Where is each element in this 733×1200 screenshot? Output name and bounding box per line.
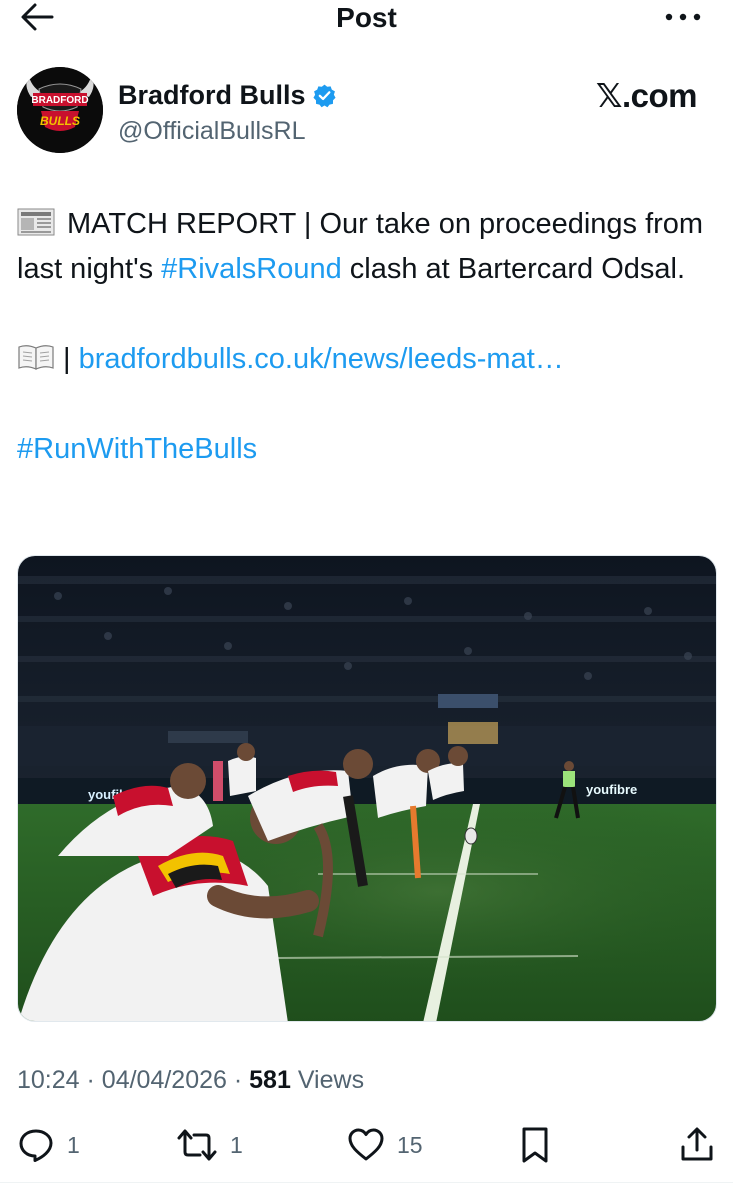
tweet-photo[interactable]: youfibre youfibre <box>17 555 717 1022</box>
meta-separator: · <box>86 1066 102 1094</box>
author-handle[interactable]: @OfficialBullsRL <box>118 117 305 146</box>
like-button[interactable]: 15 <box>347 1120 423 1170</box>
divider <box>0 1182 733 1183</box>
hashtag-rivalsround[interactable]: #RivalsRound <box>161 253 342 285</box>
reply-count: 1 <box>67 1131 80 1158</box>
reply-icon <box>19 1129 53 1162</box>
post-meta: 10:24 · 04/04/2026 · 581 Views <box>17 1066 364 1095</box>
author-name[interactable]: Bradford Bulls <box>118 80 306 111</box>
action-bar: 1 1 15 <box>0 1120 733 1170</box>
tweet-text: MATCH REPORT | Our take on proceedings f… <box>17 202 717 472</box>
link-separator: | <box>63 343 79 375</box>
repost-button[interactable]: 1 <box>176 1120 243 1170</box>
top-bar: Post <box>0 0 733 36</box>
open-book-icon <box>18 345 54 370</box>
repost-icon <box>177 1129 217 1161</box>
rugby-kickoff-photo-icon: youfibre youfibre <box>18 556 716 1021</box>
tweet-line-1-tail: clash at Bartercard Odsal. <box>341 253 686 285</box>
bradford-bulls-logo-icon: BRADFORD BULLS <box>17 67 103 153</box>
newspaper-icon <box>17 208 55 236</box>
post-time: 10:24 <box>17 1066 80 1094</box>
like-count: 15 <box>397 1131 423 1158</box>
views-count[interactable]: 581 <box>249 1066 291 1094</box>
views-label[interactable]: Views <box>298 1066 364 1094</box>
bookmark-button[interactable] <box>516 1120 554 1170</box>
avatar-text-bottom: BULLS <box>40 114 80 128</box>
share-icon <box>681 1127 713 1161</box>
bookmark-icon <box>522 1127 548 1163</box>
article-link[interactable]: bradfordbulls.co.uk/news/leeds-mat… <box>79 343 564 375</box>
meta-separator: · <box>233 1066 250 1094</box>
source-label: 𝕏.com <box>595 77 698 114</box>
reply-button[interactable]: 1 <box>17 1120 80 1170</box>
post-date: 04/04/2026 <box>101 1066 227 1094</box>
repost-count: 1 <box>230 1131 243 1158</box>
author-name-row[interactable]: Bradford Bulls <box>118 78 337 112</box>
board-text-right: youfibre <box>586 782 637 797</box>
tweet-paragraph-2: | bradfordbulls.co.uk/news/leeds-mat… <box>17 337 717 382</box>
more-options-icon[interactable] <box>663 4 703 30</box>
share-button[interactable] <box>678 1120 716 1170</box>
heart-icon <box>348 1128 384 1161</box>
tweet-paragraph-1: MATCH REPORT | Our take on proceedings f… <box>17 202 717 292</box>
page-title: Post <box>336 2 397 33</box>
avatar[interactable]: BRADFORD BULLS <box>17 67 103 153</box>
hashtag-runwiththebulls[interactable]: #RunWithTheBulls <box>17 427 717 472</box>
avatar-text-top: BRADFORD <box>31 95 88 106</box>
verified-badge-icon <box>312 84 336 107</box>
